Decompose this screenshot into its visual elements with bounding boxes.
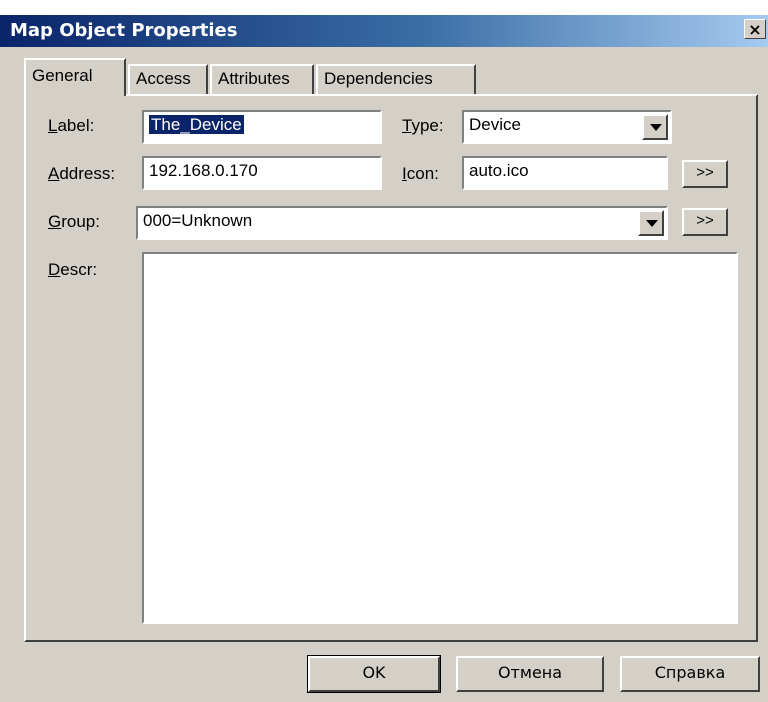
tab-panel-general: Label: The_Device Type: Device Address: …	[24, 94, 758, 642]
tab-attributes-label: Attributes	[218, 69, 290, 88]
tab-attributes[interactable]: Attributes	[210, 64, 314, 94]
label-input-value: The_Device	[149, 115, 244, 134]
description-textarea[interactable]	[142, 252, 738, 624]
tab-dependencies-label: Dependencies	[324, 69, 433, 88]
ok-button[interactable]: OK	[307, 655, 441, 693]
type-select-value: Device	[469, 115, 521, 134]
group-select[interactable]: 000=Unknown	[136, 206, 668, 240]
title-bar[interactable]: Map Object Properties ×	[0, 15, 768, 47]
label-input[interactable]: The_Device	[142, 110, 382, 144]
descr-field-label: Descr:	[48, 260, 98, 279]
tab-access[interactable]: Access	[128, 64, 208, 94]
type-select[interactable]: Device	[462, 110, 672, 144]
tab-access-label: Access	[136, 69, 191, 88]
icon-field-label: Icon:	[402, 164, 439, 183]
group-field-label: Group:	[48, 212, 100, 231]
tab-dependencies[interactable]: Dependencies	[316, 64, 476, 94]
tab-general-label: General	[32, 66, 93, 85]
address-input[interactable]: 192.168.0.170	[142, 156, 382, 190]
close-icon[interactable]: ×	[744, 19, 766, 39]
icon-input-value: auto.ico	[469, 161, 529, 180]
label-field-label: Label:	[48, 116, 95, 135]
window-title: Map Object Properties	[10, 20, 238, 41]
cancel-button[interactable]: Отмена	[456, 656, 604, 692]
address-input-value: 192.168.0.170	[149, 161, 258, 180]
icon-input[interactable]: auto.ico	[462, 156, 668, 190]
chevron-down-icon[interactable]	[642, 114, 668, 140]
tab-general[interactable]: General	[24, 58, 126, 96]
help-button[interactable]: Справка	[620, 656, 760, 692]
group-select-value: 000=Unknown	[143, 211, 253, 230]
type-field-label: Type:	[402, 116, 444, 135]
address-field-label: Address:	[48, 164, 116, 183]
icon-browse-button[interactable]: >>	[682, 160, 728, 188]
group-browse-button[interactable]: >>	[682, 208, 728, 236]
top-margin	[0, 0, 768, 15]
dialog-window: Map Object Properties × General Access A…	[0, 0, 768, 702]
chevron-down-icon[interactable]	[638, 210, 664, 236]
